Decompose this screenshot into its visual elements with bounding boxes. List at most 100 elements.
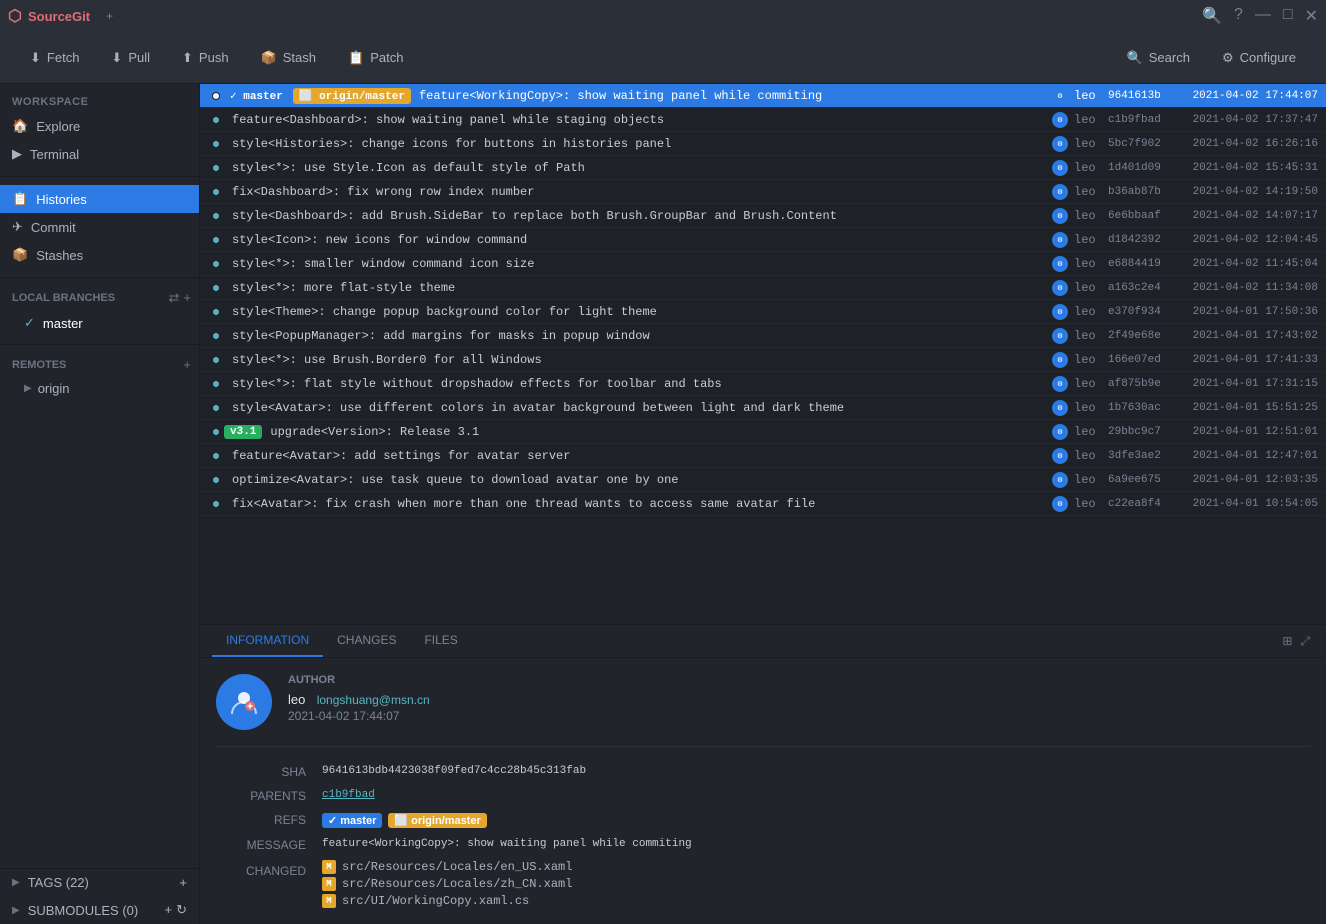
- commit-row[interactable]: fix<Dashboard>: fix wrong row index numb…: [200, 180, 1326, 204]
- commit-row[interactable]: ✓ master⬜ origin/masterfeature<WorkingCo…: [200, 84, 1326, 108]
- commit-row[interactable]: style<PopupManager>: add margins for mas…: [200, 324, 1326, 348]
- commit-avatar: ⚙: [1052, 256, 1068, 272]
- commit-date: 2021-04-01 17:41:33: [1178, 354, 1318, 366]
- sidebar-item-stashes[interactable]: 📦 Stashes: [0, 241, 199, 269]
- toolbar-right: 🔍 Search ⚙ Configure: [1113, 44, 1310, 72]
- patch-button[interactable]: 📋 Patch: [334, 44, 417, 72]
- content-area: ✓ master⬜ origin/masterfeature<WorkingCo…: [200, 84, 1326, 924]
- tab-changes[interactable]: CHANGES: [323, 625, 410, 657]
- fetch-button[interactable]: ⬇ Fetch: [16, 44, 93, 72]
- submodule-icons: + ↻: [165, 902, 188, 918]
- commit-avatar: ⚙: [1052, 88, 1068, 104]
- commit-author: leo: [1068, 113, 1108, 127]
- commit-row[interactable]: style<Icon>: new icons for window comman…: [200, 228, 1326, 252]
- commit-dot: [212, 92, 220, 100]
- sidebar-item-master[interactable]: ✓ master: [0, 310, 199, 336]
- commit-hash: c22ea8f4: [1108, 498, 1178, 510]
- tab-add-button[interactable]: +: [106, 9, 113, 23]
- sidebar-item-origin[interactable]: ▶ origin: [0, 376, 199, 401]
- commit-dot: [212, 500, 220, 508]
- sidebar-item-terminal[interactable]: ▶ Terminal: [0, 140, 199, 168]
- stash-button[interactable]: 📦 Stash: [247, 44, 330, 72]
- commit-row[interactable]: style<Dashboard>: add Brush.SideBar to r…: [200, 204, 1326, 228]
- tab-files[interactable]: FILES: [410, 625, 471, 657]
- commit-message: fix<Dashboard>: fix wrong row index numb…: [224, 185, 1052, 199]
- commit-row[interactable]: feature<Dashboard>: show waiting panel w…: [200, 108, 1326, 132]
- changed-file-item[interactable]: Msrc/Resources/Locales/en_US.xaml: [322, 860, 1310, 874]
- tab-information[interactable]: INFORMATION: [212, 625, 323, 657]
- minimize-button[interactable]: —: [1255, 6, 1271, 26]
- commit-label: Commit: [31, 220, 76, 235]
- commit-graph: [208, 404, 224, 412]
- commit-graph: [208, 260, 224, 268]
- tag-add-icon[interactable]: +: [179, 875, 187, 890]
- sidebar-item-explore[interactable]: 🏠 Explore: [0, 112, 199, 140]
- search-button[interactable]: 🔍 Search: [1113, 44, 1204, 72]
- commit-avatar: ⚙: [1052, 232, 1068, 248]
- commit-list[interactable]: ✓ master⬜ origin/masterfeature<WorkingCo…: [200, 84, 1326, 624]
- submodule-refresh-icon[interactable]: ↻: [176, 902, 187, 918]
- sidebar-item-commit[interactable]: ✈ Commit: [0, 213, 199, 241]
- commit-avatar: ⚙: [1052, 280, 1068, 296]
- remote-add-icon[interactable]: +: [183, 357, 191, 372]
- commit-graph: [208, 452, 224, 460]
- commit-graph: [208, 500, 224, 508]
- commit-author: leo: [1068, 353, 1108, 367]
- detail-content: AUTHOR leo longshuang@msn.cn 2021-04-02 …: [200, 658, 1326, 924]
- commit-date: 2021-04-01 17:50:36: [1178, 306, 1318, 318]
- sidebar-item-histories[interactable]: 📋 Histories: [0, 185, 199, 213]
- layout-icon[interactable]: ⊞: [1282, 634, 1292, 648]
- expand-icon[interactable]: ⤢: [1300, 634, 1310, 649]
- master-branch-label: master: [43, 316, 83, 331]
- commit-author: leo: [1068, 401, 1108, 415]
- branch-actions: ⇄ +: [169, 290, 192, 306]
- commit-hash: e370f934: [1108, 306, 1178, 318]
- commit-row[interactable]: style<*>: more flat-style theme⚙leoa163c…: [200, 276, 1326, 300]
- commit-row[interactable]: style<*>: use Style.Icon as default styl…: [200, 156, 1326, 180]
- commit-dot: [212, 404, 220, 412]
- commit-message: style<Histories>: change icons for butto…: [224, 137, 1052, 151]
- app-icon: ⬡: [8, 6, 22, 26]
- commit-row[interactable]: feature<Avatar>: add settings for avatar…: [200, 444, 1326, 468]
- commit-date: 2021-04-02 16:26:16: [1178, 138, 1318, 150]
- nav-section: 📋 Histories ✈ Commit 📦 Stashes: [0, 176, 199, 277]
- pull-button[interactable]: ⬇ Pull: [97, 44, 164, 72]
- commit-row[interactable]: style<Avatar>: use different colors in a…: [200, 396, 1326, 420]
- help-icon[interactable]: ?: [1234, 6, 1243, 26]
- branch-add-icon[interactable]: +: [183, 290, 191, 306]
- commit-row[interactable]: style<*>: flat style without dropshadow …: [200, 372, 1326, 396]
- sidebar-item-submodules[interactable]: ▶ SUBMODULES (0) + ↻: [0, 896, 199, 924]
- commit-row[interactable]: style<*>: smaller window command icon si…: [200, 252, 1326, 276]
- message-label: MESSAGE: [216, 836, 306, 852]
- commit-row[interactable]: optimize<Avatar>: use task queue to down…: [200, 468, 1326, 492]
- commit-hash: 6a9ee675: [1108, 474, 1178, 486]
- commit-date: 2021-04-02 17:44:07: [1178, 90, 1318, 102]
- commit-row[interactable]: fix<Avatar>: fix crash when more than on…: [200, 492, 1326, 516]
- submodule-add-icon[interactable]: +: [165, 902, 173, 918]
- pull-label: Pull: [128, 50, 150, 65]
- sidebar-item-tags[interactable]: ▶ TAGS (22) +: [0, 869, 199, 896]
- changed-file-item[interactable]: Msrc/UI/WorkingCopy.xaml.cs: [322, 894, 1310, 908]
- stashes-icon: 📦: [12, 247, 28, 263]
- maximize-button[interactable]: □: [1283, 6, 1293, 26]
- configure-button[interactable]: ⚙ Configure: [1208, 44, 1310, 72]
- commit-avatar: ⚙: [1052, 448, 1068, 464]
- sidebar: WORKSPACE 🏠 Explore ▶ Terminal 📋 Histori…: [0, 84, 200, 924]
- commit-message: style<*>: more flat-style theme: [224, 281, 1052, 295]
- close-button[interactable]: ✕: [1305, 6, 1318, 26]
- commit-row[interactable]: style<Theme>: change popup background co…: [200, 300, 1326, 324]
- commit-row[interactable]: style<*>: use Brush.Border0 for all Wind…: [200, 348, 1326, 372]
- commit-graph: [208, 140, 224, 148]
- branch-merge-icon[interactable]: ⇄: [169, 290, 180, 306]
- refs-row: ✓ master ⬜ origin/master: [322, 813, 1310, 828]
- commit-row[interactable]: style<Histories>: change icons for butto…: [200, 132, 1326, 156]
- commit-row[interactable]: v3.1upgrade<Version>: Release 3.1⚙leo29b…: [200, 420, 1326, 444]
- local-branches-label: LOCAL BRANCHES: [12, 292, 115, 304]
- changed-file-item[interactable]: Msrc/Resources/Locales/zh_CN.xaml: [322, 877, 1310, 891]
- push-button[interactable]: ⬆ Push: [168, 44, 243, 72]
- parents-value[interactable]: c1b9fbad: [322, 787, 1310, 803]
- commit-avatar: ⚙: [1052, 376, 1068, 392]
- search-icon[interactable]: 🔍: [1202, 6, 1222, 26]
- commit-hash: 166e07ed: [1108, 354, 1178, 366]
- commit-avatar: ⚙: [1052, 112, 1068, 128]
